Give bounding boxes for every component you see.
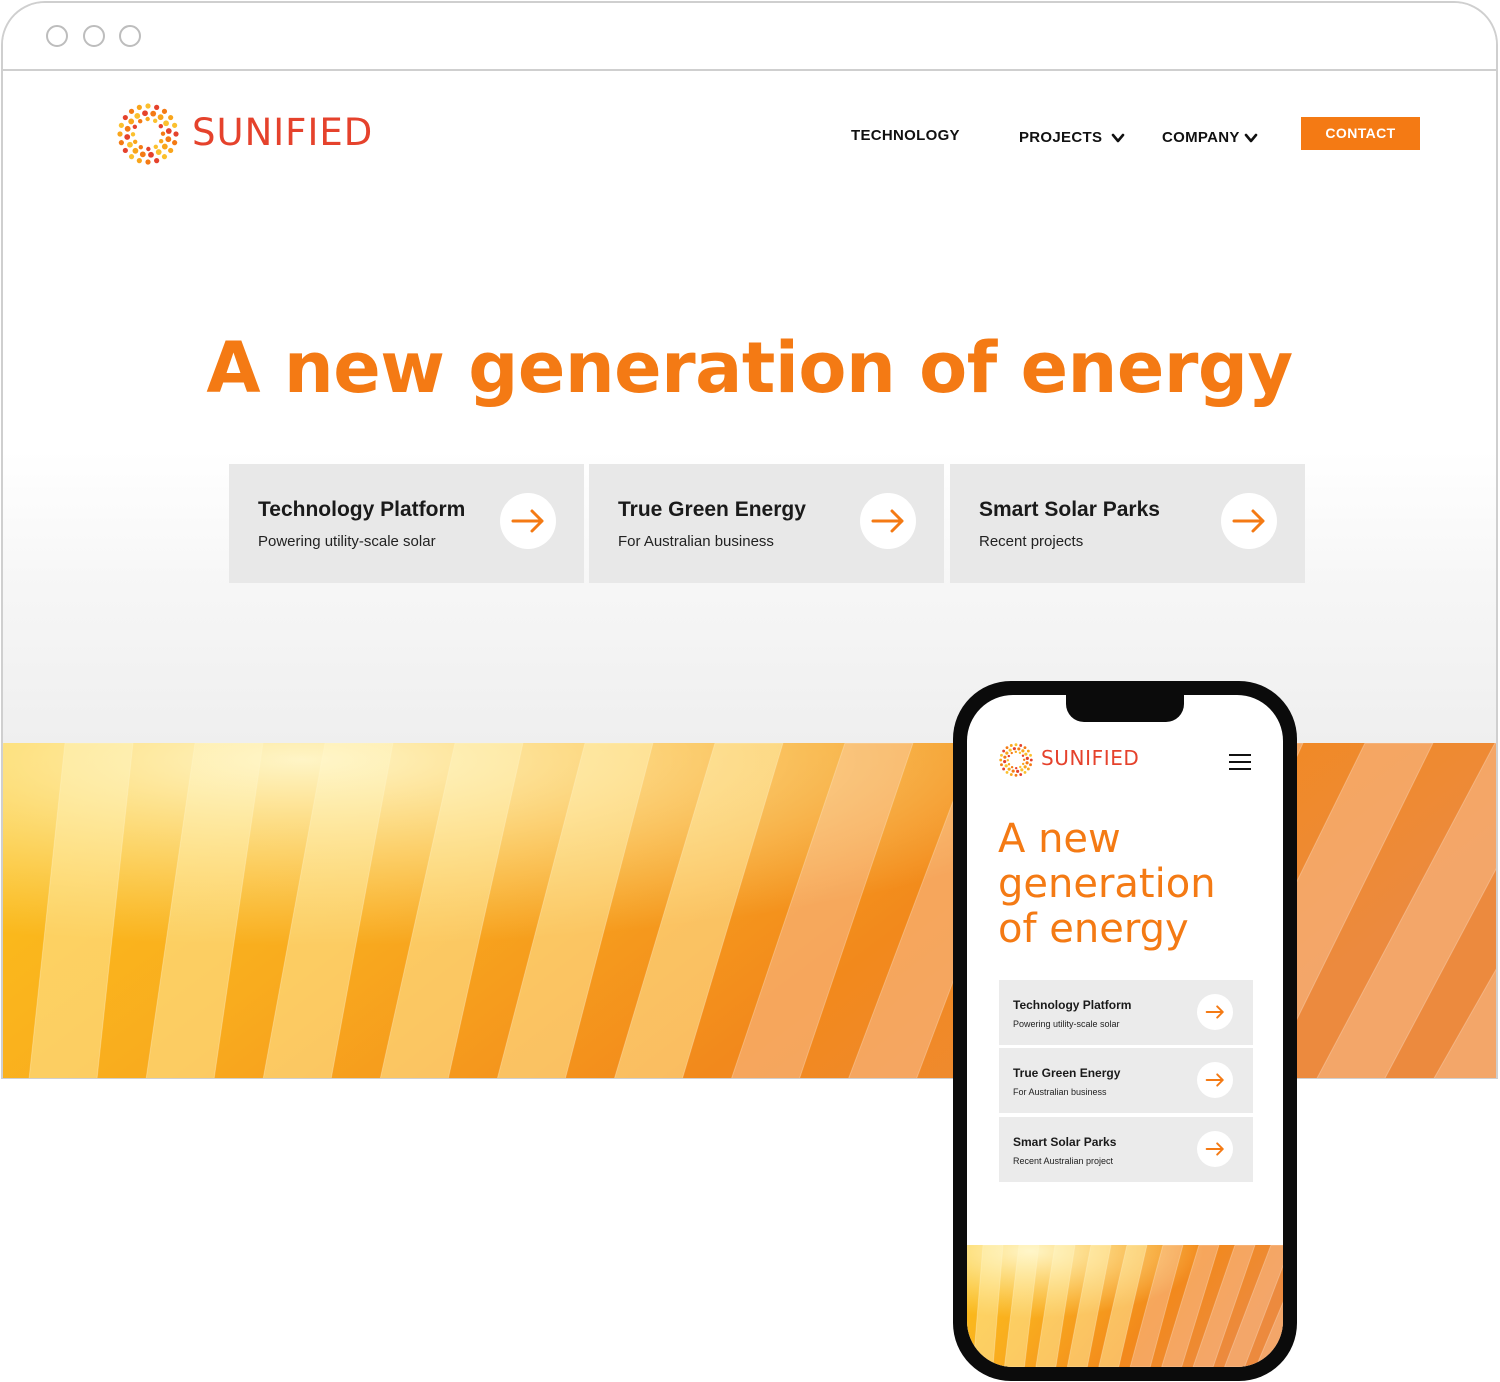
nav-company[interactable]: COMPANY	[1162, 129, 1240, 146]
card-arrow-button[interactable]	[1221, 493, 1277, 549]
card-subtitle: For Australian business	[618, 533, 774, 550]
window-maximize-button[interactable]	[119, 25, 141, 47]
hero-title: A new generation of energy	[206, 327, 1293, 409]
card-title: Smart Solar Parks	[979, 498, 1160, 521]
mobile-card-true-green-energy[interactable]: True Green Energy For Australian busines…	[999, 1048, 1253, 1113]
card-arrow-button[interactable]	[1197, 1062, 1233, 1098]
nav-projects[interactable]: PROJECTS	[1019, 129, 1102, 146]
contact-button[interactable]: CONTACT	[1301, 117, 1420, 150]
card-subtitle: Powering utility-scale solar	[1013, 1019, 1120, 1029]
arrow-right-icon	[1205, 1005, 1224, 1019]
card-subtitle: Powering utility-scale solar	[258, 533, 436, 550]
chevron-down-icon[interactable]	[1244, 132, 1258, 144]
nav-technology[interactable]: TECHNOLOGY	[851, 127, 960, 144]
mobile-site-logo[interactable]: SUNIFIED	[998, 742, 1178, 782]
arrow-right-icon	[1205, 1073, 1224, 1087]
mobile-solar-panels-image	[967, 1245, 1283, 1367]
sun-logo-icon	[999, 743, 1033, 777]
arrow-right-icon	[511, 509, 544, 533]
card-title: True Green Energy	[618, 498, 806, 521]
card-title: Technology Platform	[1013, 998, 1132, 1012]
chevron-down-icon[interactable]	[1111, 132, 1125, 144]
browser-titlebar	[3, 3, 1496, 71]
solar-panels-graphic	[967, 1245, 1283, 1367]
phone-screen: SUNIFIED A new generation of energy Tech…	[967, 695, 1283, 1367]
sun-logo-icon	[117, 103, 179, 165]
window-close-button[interactable]	[46, 25, 68, 47]
logo-wordmark: SUNIFIED	[1041, 746, 1140, 770]
phone-mockup: SUNIFIED A new generation of energy Tech…	[953, 681, 1297, 1381]
mobile-card-technology-platform[interactable]: Technology Platform Powering utility-sca…	[999, 980, 1253, 1045]
mobile-card-smart-solar-parks[interactable]: Smart Solar Parks Recent Australian proj…	[999, 1117, 1253, 1182]
arrow-right-icon	[1232, 509, 1265, 533]
site-logo[interactable]: SUNIFIED	[115, 101, 410, 167]
card-arrow-button[interactable]	[500, 493, 556, 549]
phone-notch	[1066, 695, 1184, 722]
card-subtitle: Recent projects	[979, 533, 1084, 550]
card-true-green-energy[interactable]: True Green Energy For Australian busines…	[589, 464, 944, 583]
card-title: Technology Platform	[258, 498, 466, 521]
window-minimize-button[interactable]	[83, 25, 105, 47]
card-title: Smart Solar Parks	[1013, 1135, 1117, 1149]
card-technology-platform[interactable]: Technology Platform Powering utility-sca…	[229, 464, 584, 583]
arrow-right-icon	[1205, 1142, 1224, 1156]
card-arrow-button[interactable]	[1197, 994, 1233, 1030]
hamburger-menu-icon[interactable]	[1229, 753, 1251, 771]
card-smart-solar-parks[interactable]: Smart Solar Parks Recent projects	[950, 464, 1305, 583]
card-arrow-button[interactable]	[860, 493, 916, 549]
logo-wordmark: SUNIFIED	[192, 111, 374, 154]
card-subtitle: Recent Australian project	[1013, 1156, 1114, 1166]
card-subtitle: For Australian business	[1013, 1087, 1107, 1097]
mobile-hero-title: A new generation of energy	[998, 816, 1216, 952]
card-arrow-button[interactable]	[1197, 1131, 1233, 1167]
card-title: True Green Energy	[1013, 1066, 1121, 1080]
arrow-right-icon	[871, 509, 904, 533]
